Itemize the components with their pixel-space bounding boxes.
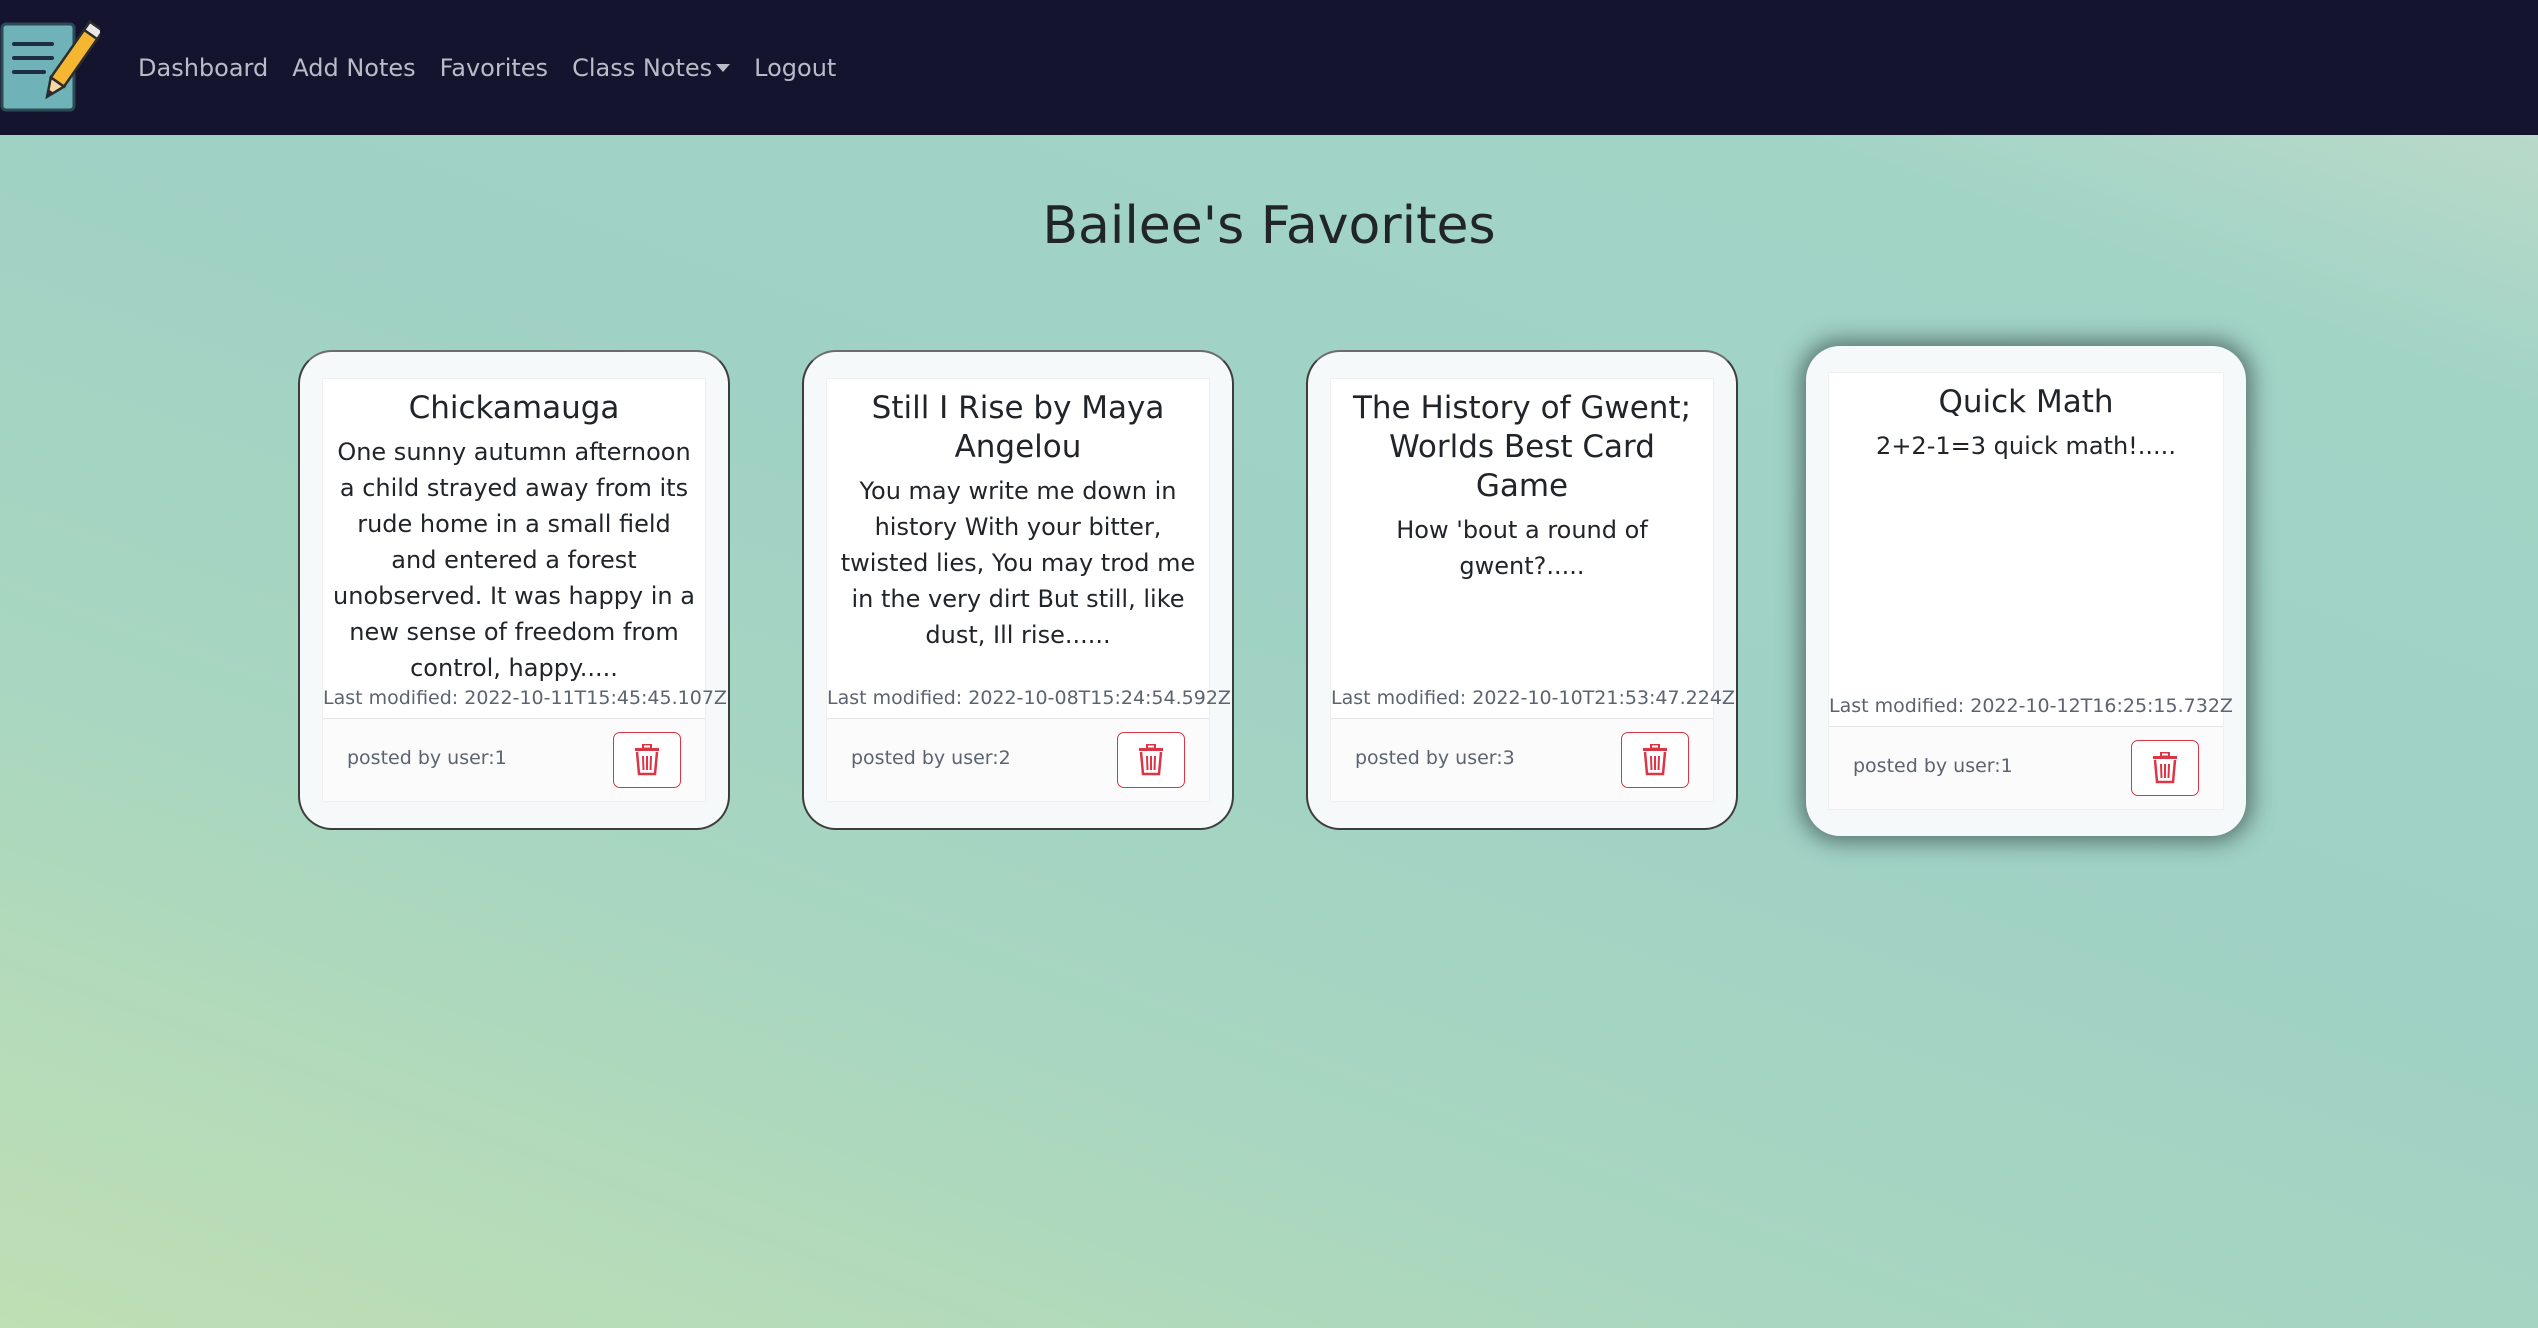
top-navbar: Dashboard Add Notes Favorites Class Note…	[0, 0, 2538, 135]
note-card-footer: posted by user:1	[323, 718, 705, 801]
note-preview-text: You may write me down in history With yo…	[840, 477, 1196, 649]
note-card-body: Still I Rise by Maya Angelou You may wri…	[826, 378, 1231, 802]
last-modified-timestamp: Last modified: 2022-10-08T15:24:54.592Z	[827, 687, 1231, 709]
trash-icon	[1643, 744, 1667, 776]
note-card: Still I Rise by Maya Angelou You may wri…	[802, 350, 1234, 830]
note-card-body: Quick Math 2+2-1=3 quick math!..... Last…	[1828, 372, 2233, 810]
nav-favorites-link[interactable]: Favorites	[428, 54, 560, 82]
note-title[interactable]: Chickamauga	[333, 389, 695, 428]
note-card: Chickamauga One sunny autumn afternoon a…	[298, 350, 730, 830]
nav-add-notes-link[interactable]: Add Notes	[280, 54, 427, 82]
notepad-pencil-icon[interactable]	[0, 18, 105, 114]
note-card-footer: posted by user:3	[1331, 718, 1713, 801]
delete-button[interactable]	[2131, 740, 2199, 796]
nav-links: Dashboard Add Notes Favorites Class Note…	[138, 0, 848, 135]
posted-by-label: posted by user:1	[347, 747, 507, 769]
posted-by-label: posted by user:1	[1853, 755, 2013, 777]
posted-by-label: posted by user:3	[1355, 747, 1515, 769]
delete-button[interactable]	[613, 732, 681, 788]
trash-icon	[635, 744, 659, 776]
note-card-footer: posted by user:2	[827, 718, 1209, 801]
nav-logout-link[interactable]: Logout	[742, 54, 848, 82]
note-card-footer: posted by user:1	[1829, 726, 2223, 809]
note-title[interactable]: The History of Gwent; Worlds Best Card G…	[1341, 389, 1703, 506]
note-card-body: Chickamauga One sunny autumn afternoon a…	[322, 378, 727, 802]
note-title[interactable]: Quick Math	[1839, 383, 2213, 422]
nav-class-notes-dropdown[interactable]: Class Notes	[560, 54, 742, 82]
note-title[interactable]: Still I Rise by Maya Angelou	[837, 389, 1199, 467]
posted-by-label: posted by user:2	[851, 747, 1011, 769]
last-modified-timestamp: Last modified: 2022-10-12T16:25:15.732Z	[1829, 695, 2233, 717]
delete-button[interactable]	[1117, 732, 1185, 788]
note-card: Quick Math 2+2-1=3 quick math!..... Last…	[1806, 346, 2246, 836]
trash-icon	[1139, 744, 1163, 776]
class-notes-label: Class Notes	[572, 53, 713, 82]
note-card-body: The History of Gwent; Worlds Best Card G…	[1330, 378, 1735, 802]
caret-down-icon	[716, 63, 731, 72]
page-title: Bailee's Favorites	[1042, 196, 1496, 256]
delete-button[interactable]	[1621, 732, 1689, 788]
note-preview-text: 2+2-1=3 quick math!.....	[1876, 432, 2176, 460]
note-preview-text: How 'bout a round of gwent?.....	[1396, 516, 1648, 580]
nav-dashboard-link[interactable]: Dashboard	[138, 54, 280, 82]
trash-icon	[2153, 752, 2177, 784]
note-preview-text: One sunny autumn afternoon a child stray…	[333, 438, 695, 682]
last-modified-timestamp: Last modified: 2022-10-10T21:53:47.224Z	[1331, 687, 1735, 709]
note-card: The History of Gwent; Worlds Best Card G…	[1306, 350, 1738, 830]
last-modified-timestamp: Last modified: 2022-10-11T15:45:45.107Z	[323, 687, 727, 709]
